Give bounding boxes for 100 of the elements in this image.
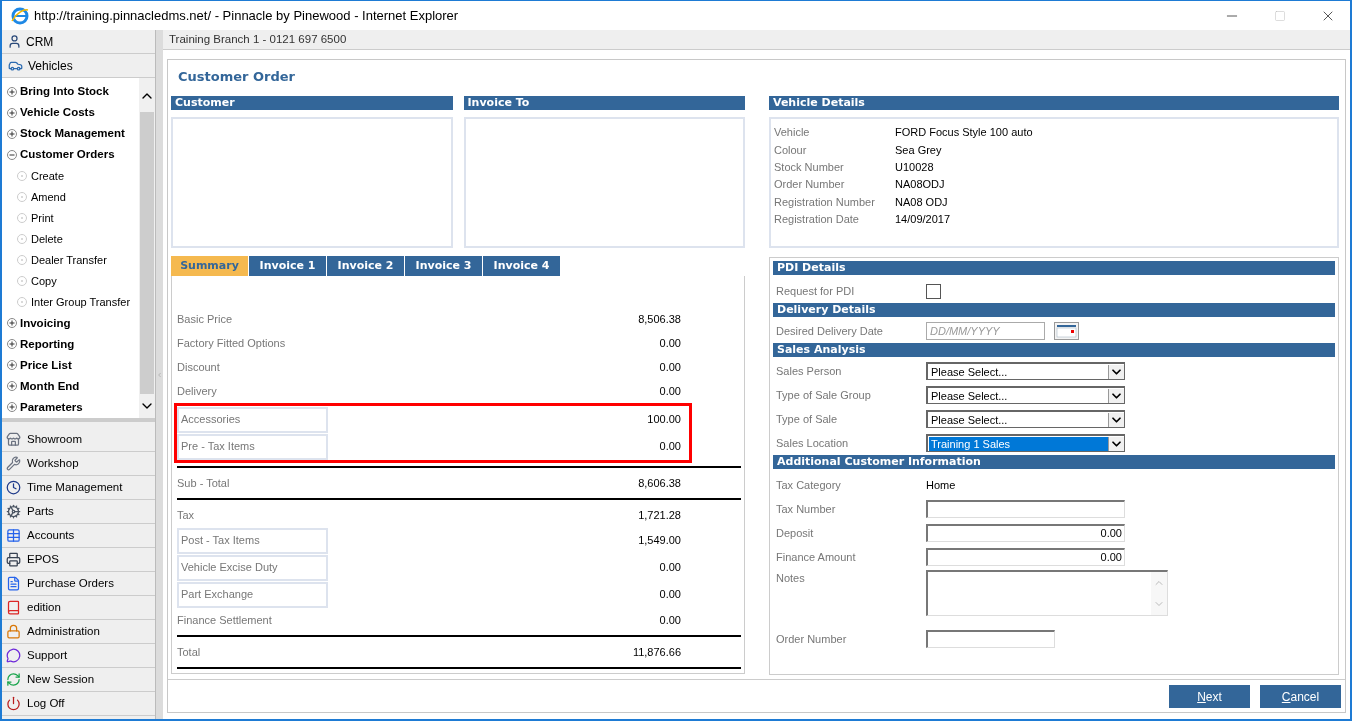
tab[interactable]: Invoice 2 — [327, 256, 404, 276]
branch-bar: Training Branch 1 - 0121 697 6500 — [163, 30, 1350, 50]
chat-icon — [6, 648, 21, 663]
register-icon — [6, 552, 21, 567]
detail-value: 14/09/2017 — [895, 211, 951, 227]
row-value: 0.00 — [658, 587, 681, 603]
row-label: Sub - Total — [177, 475, 230, 491]
dropdown[interactable]: Please Select... — [926, 362, 1125, 380]
module-button[interactable]: Purchase Orders — [2, 572, 155, 596]
module-button[interactable]: Parts — [2, 500, 155, 524]
detail-label: Vehicle — [774, 125, 811, 141]
detail-label: Registration Date — [774, 211, 860, 227]
module-button[interactable]: Accounts — [2, 524, 155, 548]
expand-icon[interactable] — [7, 402, 17, 413]
row-label: Finance Settlement — [177, 612, 272, 628]
expand-icon[interactable] — [7, 360, 17, 371]
action-button[interactable]: Cancel — [1260, 685, 1341, 708]
bullet-icon — [17, 191, 27, 202]
tab[interactable]: Invoice 3 — [405, 256, 482, 276]
tree-item[interactable]: Bring Into Stock — [7, 81, 139, 103]
section-header: Invoice To — [463, 96, 745, 110]
detail-value: NA08 ODJ — [895, 194, 948, 210]
chevron-down-icon — [1108, 388, 1124, 403]
row-value: 100.00 — [646, 412, 681, 428]
field-label: Desired Delivery Date — [776, 323, 884, 339]
window-title: http://training.pinnacledms.net/ - Pinnacle by Pinewood - Internet Explorer — [34, 6, 459, 25]
row-label: Post - Tax Items — [177, 527, 328, 554]
row-label: Factory Fitted Options — [177, 335, 286, 351]
dropdown[interactable]: Please Select... — [926, 410, 1125, 428]
power-icon — [6, 696, 21, 711]
tree-item[interactable]: Vehicle Costs — [7, 102, 139, 124]
detail-value: Sea Grey — [895, 142, 942, 158]
bullet-icon — [17, 297, 27, 308]
dropdown[interactable]: Please Select... — [926, 386, 1125, 404]
module-button[interactable]: Administration — [2, 620, 155, 644]
collapse-icon[interactable] — [7, 149, 17, 160]
tree-subitem[interactable]: Print — [7, 207, 139, 229]
tree-subitem[interactable]: Delete — [7, 228, 139, 250]
bullet-icon — [17, 255, 27, 266]
expand-icon[interactable] — [7, 318, 17, 329]
tree-item[interactable]: Stock Management — [7, 123, 139, 145]
scroll-thumb[interactable] — [140, 112, 154, 394]
notes-field[interactable] — [926, 570, 1168, 616]
tab[interactable]: Invoice 4 — [483, 256, 560, 276]
row-value: 8,606.38 — [637, 475, 681, 491]
module-button[interactable]: Showroom — [2, 428, 155, 452]
expand-icon[interactable] — [7, 381, 17, 392]
section-header: PDI Details — [773, 261, 1335, 275]
person-icon — [7, 34, 22, 49]
field-value: Home — [926, 477, 956, 493]
section-header: Sales Analysis — [773, 343, 1335, 357]
tree-item[interactable]: Reporting — [7, 333, 139, 355]
expand-icon[interactable] — [7, 107, 17, 118]
table-icon — [6, 528, 21, 543]
chevron-down-icon — [1108, 364, 1124, 379]
tree-item[interactable]: Customer Orders — [7, 144, 139, 166]
expand-icon[interactable] — [7, 339, 17, 350]
page-title: Customer Order — [177, 68, 296, 86]
row-label: Tax — [177, 507, 195, 523]
scrollbar[interactable] — [139, 78, 155, 418]
tree-item[interactable]: Month End — [7, 375, 139, 397]
tree-item[interactable]: Price List — [7, 354, 139, 376]
tree-subitem[interactable]: Dealer Transfer — [7, 249, 139, 271]
expand-icon[interactable] — [7, 128, 17, 139]
expand-icon[interactable] — [7, 86, 17, 97]
row-label: Accessories — [177, 406, 328, 433]
field-label: Type of Sale Group — [776, 387, 872, 403]
chevron-down-icon — [1108, 436, 1124, 451]
input-field[interactable] — [926, 630, 1055, 648]
tree-item[interactable]: Parameters — [7, 396, 139, 418]
field-label: Sales Location — [776, 435, 850, 451]
field-label: Finance Amount — [776, 549, 857, 565]
calendar-icon[interactable] — [1054, 322, 1079, 340]
store-icon — [6, 432, 21, 447]
dropdown[interactable]: Training 1 Sales — [926, 434, 1125, 452]
row-value: 1,549.00 — [637, 533, 681, 549]
detail-label: Registration Number — [774, 194, 876, 210]
tree-subitem[interactable]: Amend — [7, 186, 139, 208]
clock-icon — [6, 480, 21, 495]
action-button[interactable]: Next — [1169, 685, 1250, 708]
input-field[interactable]: 0.00 — [926, 548, 1125, 566]
input-field[interactable] — [926, 500, 1125, 518]
detail-value: NA08ODJ — [895, 177, 945, 193]
section-header: Additional Customer Information — [773, 455, 1335, 469]
tree-subitem[interactable]: Create — [7, 165, 139, 187]
tree-subitem[interactable]: Inter Group Transfer — [7, 291, 139, 313]
checkbox[interactable] — [926, 283, 941, 299]
input-field[interactable]: 0.00 — [926, 524, 1125, 542]
row-value: 0.00 — [658, 612, 681, 628]
bullet-icon — [17, 170, 27, 181]
row-value: 0.00 — [658, 359, 681, 375]
field-label: Type of Sale — [776, 411, 839, 427]
tab[interactable]: Invoice 1 — [249, 256, 326, 276]
gear-icon — [6, 504, 21, 519]
tree-item[interactable]: Invoicing — [7, 312, 139, 334]
section-header: Customer — [171, 96, 453, 110]
row-label: Delivery — [177, 383, 217, 399]
tree-subitem[interactable]: Copy — [7, 270, 139, 292]
field-label: Sales Person — [776, 363, 843, 379]
field-label: Deposit — [776, 525, 815, 541]
